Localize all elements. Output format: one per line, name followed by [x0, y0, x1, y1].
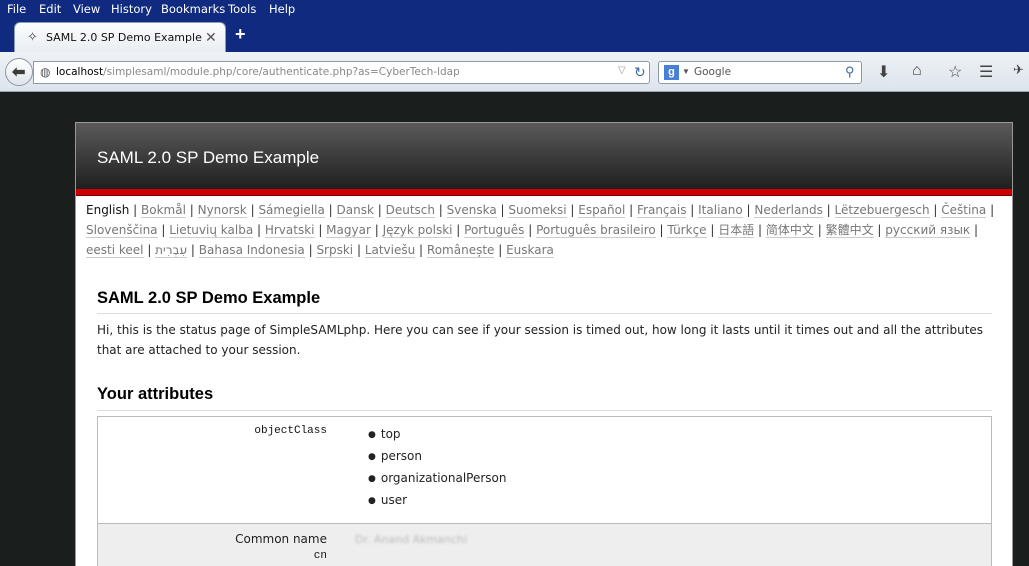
language-link[interactable]: Nynorsk	[197, 203, 247, 218]
url-dropdown-icon[interactable]: ▽	[618, 65, 626, 76]
language-link[interactable]: Español	[578, 203, 626, 218]
language-link[interactable]: Nederlands	[754, 203, 823, 218]
google-icon[interactable]: g	[664, 65, 679, 80]
header-title: SAML 2.0 SP Demo Example	[97, 148, 320, 167]
language-link[interactable]: Srpski	[316, 243, 354, 258]
current-language: English	[86, 203, 130, 217]
language-bar: English | Bokmål | Nynorsk | Sámegiella …	[86, 203, 995, 258]
language-link[interactable]: Latviešu	[364, 243, 416, 258]
language-link[interactable]: Lëtzebuergesch	[834, 203, 930, 218]
search-engine-dropdown-icon[interactable]: ▼	[682, 67, 690, 76]
language-link[interactable]: Português	[464, 223, 525, 238]
language-link[interactable]: 简体中文	[765, 223, 814, 238]
language-link[interactable]: Bahasa Indonesia	[198, 243, 305, 258]
list-item: organizationalPerson	[368, 468, 507, 490]
language-link[interactable]: Hrvatski	[264, 223, 315, 238]
menu-edit[interactable]: Edit	[39, 2, 61, 16]
language-link[interactable]: Português brasileiro	[536, 223, 656, 238]
tab-title: SAML 2.0 SP Demo Example	[46, 31, 202, 44]
language-link[interactable]: 日本語	[718, 223, 755, 238]
menu-tools[interactable]: Tools	[228, 2, 256, 16]
tab-saml-demo[interactable]: ✧ SAML 2.0 SP Demo Example ✕	[14, 22, 226, 52]
language-link[interactable]: Deutsch	[385, 203, 435, 218]
language-link[interactable]: Sámegiella	[258, 203, 325, 218]
magnifier-icon[interactable]: ⚲	[845, 64, 855, 80]
language-link[interactable]: eesti keel	[86, 243, 144, 258]
header-red-bar	[76, 189, 1012, 196]
attribute-key: cn	[313, 550, 327, 562]
menu-history[interactable]: History	[111, 2, 152, 16]
search-input[interactable]: Google	[694, 66, 731, 78]
language-link[interactable]: Čeština	[941, 203, 987, 218]
globe-icon: ◍	[40, 65, 51, 79]
page-container: SAML 2.0 SP Demo Example English | Bokmå…	[75, 122, 1013, 566]
table-row: objectClass top person organizationalPer…	[98, 417, 991, 524]
tab-strip: ✧ SAML 2.0 SP Demo Example ✕ +	[0, 18, 1029, 52]
divider	[97, 313, 992, 314]
language-link[interactable]: Svenska	[446, 203, 497, 218]
language-link[interactable]: Suomeksi	[508, 203, 567, 218]
language-link[interactable]: Bokmål	[141, 203, 186, 218]
language-link[interactable]: Slovenščina	[86, 223, 158, 238]
page-header: SAML 2.0 SP Demo Example	[76, 123, 1012, 189]
url-text: localhost/simplesaml/module.php/core/aut…	[56, 66, 460, 78]
puzzle-icon: ✧	[27, 29, 38, 44]
menu-help[interactable]: Help	[269, 2, 295, 16]
language-link[interactable]: Français	[637, 203, 687, 218]
reload-icon[interactable]: ↻	[634, 64, 646, 81]
close-icon[interactable]: ✕	[205, 29, 217, 46]
bookmark-star-icon[interactable]: ☆	[948, 62, 962, 82]
language-link[interactable]: Dansk	[336, 203, 374, 218]
navigation-bar: ⬅ ◍ localhost/simplesaml/module.php/core…	[0, 52, 1029, 92]
language-link[interactable]: עִבְרִית	[155, 243, 188, 258]
list-item: person	[368, 446, 506, 468]
language-link[interactable]: Românește	[426, 243, 495, 258]
attributes-heading: Your attributes	[97, 385, 214, 403]
attribute-name: Common name	[235, 532, 327, 546]
intro-text: Hi, this is the status page of SimpleSAM…	[97, 323, 984, 357]
download-icon[interactable]: ⬇	[877, 62, 890, 82]
addon-icon[interactable]: ✈	[1013, 62, 1024, 78]
url-bar[interactable]: ◍ localhost/simplesaml/module.php/core/a…	[33, 61, 650, 84]
attribute-key: objectClass	[254, 425, 327, 437]
list-item: top	[368, 424, 506, 446]
search-bar[interactable]: g ▼ Google ⚲	[658, 61, 862, 84]
language-link[interactable]: 繁體中文	[825, 223, 874, 238]
divider	[97, 410, 992, 411]
language-link[interactable]: Język polski	[382, 223, 453, 238]
back-arrow-icon: ⬅	[12, 64, 26, 81]
attributes-table: objectClass top person organizationalPer…	[97, 416, 992, 566]
attribute-values: top person organizationalPerson user	[368, 424, 507, 512]
language-link[interactable]: Magyar	[326, 223, 371, 238]
bookmarks-menu-icon[interactable]: ☰	[979, 62, 993, 82]
back-button[interactable]: ⬅	[5, 58, 33, 86]
menu-bar: File Edit View History Bookmarks Tools H…	[0, 0, 1029, 18]
page-heading: SAML 2.0 SP Demo Example	[97, 289, 321, 307]
list-item: user	[368, 490, 506, 512]
attribute-value-blurred: Dr. Anand Akmanchi	[355, 533, 468, 546]
language-link[interactable]: Türkçe	[667, 223, 707, 238]
new-tab-icon[interactable]: +	[235, 25, 246, 43]
table-row: Common name cn Dr. Anand Akmanchi	[98, 524, 991, 566]
language-link[interactable]: Italiano	[698, 203, 743, 218]
menu-bookmarks[interactable]: Bookmarks	[161, 2, 225, 16]
url-host: localhost	[56, 66, 104, 78]
language-link[interactable]: Lietuvių kalba	[169, 223, 254, 238]
language-link[interactable]: Euskara	[506, 243, 554, 258]
menu-view[interactable]: View	[73, 2, 100, 16]
menu-file[interactable]: File	[7, 2, 26, 16]
url-path: /simplesaml/module.php/core/authenticate…	[103, 66, 460, 78]
language-link[interactable]: русский язык	[885, 223, 971, 238]
home-icon[interactable]: ⌂	[912, 62, 922, 80]
